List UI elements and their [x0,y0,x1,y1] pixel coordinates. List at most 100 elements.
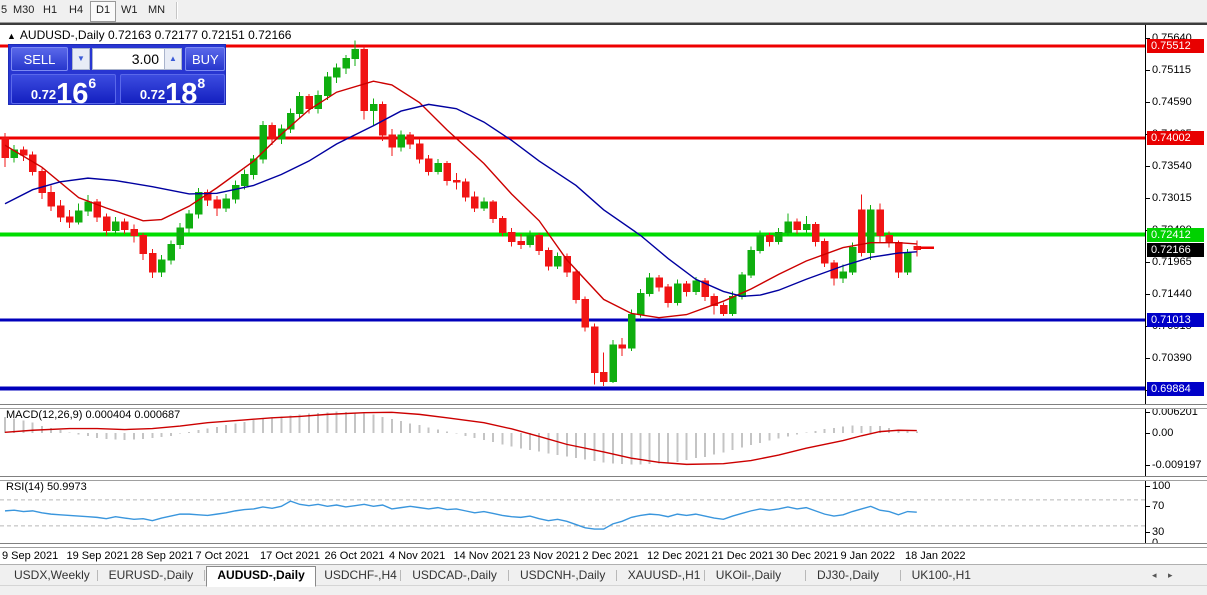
price-tick-mark [1145,197,1150,199]
macd-tick-mark [1145,464,1150,466]
candle-body [747,250,756,276]
candle-body [802,223,811,230]
tabs-scroll-right-button[interactable]: ▸ [1168,570,1173,581]
date-label: 7 Oct 2021 [195,550,250,562]
candle-body [526,234,534,246]
buy-price-point: 8 [197,75,206,91]
candle-body [885,234,894,244]
candle-body [102,216,111,232]
candle-body [75,210,83,223]
candle-body [406,134,415,145]
timeframe-button-w1[interactable]: W1 [116,1,143,20]
tab-usdcnh-daily[interactable]: USDCNH-,Daily [510,567,615,584]
price-tick-mark [1145,69,1150,71]
date-label: 2 Dec 2021 [582,550,639,562]
candle-body [462,181,470,198]
price-tick-mark [1145,165,1150,167]
candle-body [784,221,792,233]
candle-body [231,184,240,200]
tabs-scroll-left-button[interactable]: ◂ [1152,570,1157,581]
date-label: 9 Jan 2022 [840,550,895,562]
buy-button[interactable]: BUY [185,47,225,71]
candle-body [351,49,359,60]
one-click-trading-panel: SELL ▼ 3.00 ▲ BUY 0.72166 0.72188 [8,44,226,109]
tab-usdcad-daily[interactable]: USDCAD-,Daily [402,567,507,584]
tab-separator [508,570,509,581]
candle-body [508,231,516,242]
macd-axis-label: -0.009197 [1152,458,1202,471]
ma-slow-line [4,103,917,298]
candle-body [65,216,74,223]
candle-body [158,259,166,273]
candle-body [47,192,56,207]
candle-body [517,240,525,246]
candle-body [673,283,682,303]
candle-body [268,125,277,140]
chart-title: ▲ AUDUSD-,Daily 0.72163 0.72177 0.72151 0… [7,28,291,42]
sell-price-display[interactable]: 0.72166 [11,74,116,109]
candle-body [904,251,912,273]
candle-body [765,234,774,242]
tab-ukoil-daily[interactable]: UKOil-,Daily [706,567,791,584]
candle-body [692,280,700,292]
candle-body [139,234,148,255]
tab-separator [400,570,402,581]
rsi-tick-mark [1145,531,1150,533]
candle-body [443,162,452,182]
candle-body [56,205,65,218]
tab-usdx-weekly[interactable]: USDX,Weekly [4,567,100,584]
date-label: 4 Nov 2021 [389,550,446,562]
tab-separator [805,570,806,581]
candle-body [388,134,396,148]
candle-body [848,247,857,273]
rsi-canvas[interactable] [0,479,1145,546]
price-axis-line [1145,25,1146,546]
candle-body [646,277,654,294]
tab-xauusd-h1[interactable]: XAUUSD-,H1 [618,567,711,584]
tab-uk100-h1[interactable]: UK100-,H1 [902,567,981,584]
chart-symbol-label: AUDUSD-,Daily [19,28,105,42]
rsi-panel-separator[interactable] [0,476,1207,481]
candle-body [148,253,157,273]
tab-dj30-daily[interactable]: DJ30-,Daily [807,567,889,584]
tab-separator [703,570,705,581]
candle-body [572,271,581,300]
candle-body [434,162,442,172]
macd-header: MACD(12,26,9) 0.000404 0.000687 [6,409,181,421]
candle-body [38,170,46,194]
time-axis[interactable]: 9 Sep 2021 19 Sep 2021 28 Sep 2021 7 Oct 20… [0,546,1145,564]
candle-body [397,134,406,148]
timeframe-button-d1[interactable]: D1 [90,1,117,22]
lot-increase-button[interactable]: ▲ [164,48,182,70]
tab-separator [204,570,206,581]
buy-price-display[interactable]: 0.72188 [120,74,225,109]
rsi-header: RSI(14) 50.9973 [6,481,87,493]
timeframe-button-m30[interactable]: M30 [8,1,39,20]
macd-panel-separator[interactable] [0,404,1207,409]
lot-decrease-button[interactable]: ▼ [72,48,90,70]
tab-separator [899,570,901,581]
lot-size-input[interactable]: 3.00 [92,48,165,70]
candle-body [655,277,663,288]
timeframe-button-h1[interactable]: H1 [38,1,62,20]
tab-audusd-daily[interactable]: AUDUSD-,Daily [206,566,316,587]
price-level-badge-0.71013: 0.71013 [1147,312,1204,327]
candle-body [729,295,737,314]
candle-body [876,209,884,236]
price-tick-label: 0.74590 [1152,95,1192,108]
candle-body [121,221,129,230]
candle-body [811,223,820,242]
candle-body [415,143,424,160]
candle-body [342,58,350,69]
candle-body [360,49,369,111]
tab-usdchf-h4[interactable]: USDCHF-,H4 [314,567,407,584]
toolbar-separator [176,2,178,19]
candle-body [590,326,599,373]
timeframe-button-h4[interactable]: H4 [64,1,88,20]
tab-eurusd-daily[interactable]: EURUSD-,Daily [99,567,204,584]
sell-button[interactable]: SELL [11,47,68,71]
date-label: 17 Oct 2021 [260,550,320,562]
timeframe-button-mn[interactable]: MN [143,1,170,20]
candle-body [913,245,921,250]
candle-body [480,201,488,209]
